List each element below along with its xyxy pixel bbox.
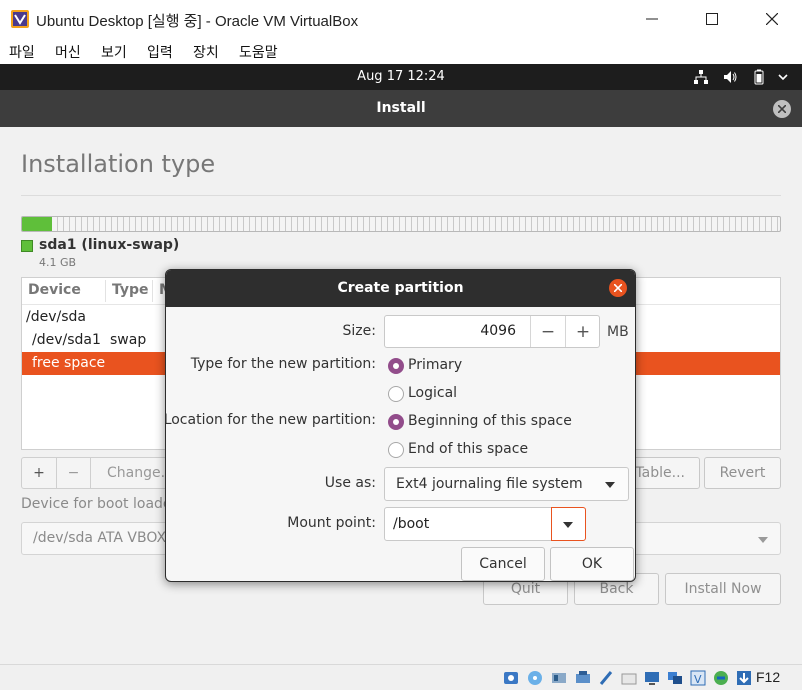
install-now-button[interactable]: Install Now bbox=[665, 573, 781, 605]
dialog-header: Create partition bbox=[166, 270, 635, 307]
column-header-device[interactable]: Device bbox=[28, 282, 81, 298]
network-icon[interactable] bbox=[693, 69, 709, 85]
optical-disk-icon[interactable] bbox=[526, 669, 544, 687]
mount-point-value: /boot bbox=[393, 516, 430, 532]
maximize-button[interactable] bbox=[682, 0, 742, 38]
legend-partition-size: 4.1 GB bbox=[39, 256, 77, 269]
mount-point-dropdown-button[interactable] bbox=[551, 507, 586, 541]
partition-type-label: Type for the new partition: bbox=[190, 356, 376, 372]
close-icon bbox=[766, 13, 778, 25]
mount-point-label: Mount point: bbox=[287, 515, 376, 531]
video-capture-icon[interactable] bbox=[666, 669, 684, 687]
change-partition-button[interactable]: Change... bbox=[91, 458, 174, 488]
chevron-down-icon bbox=[605, 482, 615, 488]
size-unit: MB bbox=[607, 324, 629, 340]
virtualbox-app-icon bbox=[11, 10, 29, 28]
clock[interactable]: Aug 17 12:24 bbox=[0, 69, 802, 84]
add-partition-button[interactable]: + bbox=[22, 458, 57, 488]
installer-window-title: Install bbox=[376, 100, 426, 116]
usb-icon[interactable] bbox=[597, 669, 615, 687]
revert-button[interactable]: Revert bbox=[704, 457, 781, 489]
chevron-down-icon bbox=[563, 522, 573, 528]
size-input[interactable]: 4096 bbox=[480, 323, 516, 339]
legend-partition-name: sda1 (linux-swap) bbox=[39, 237, 180, 253]
battery-icon[interactable] bbox=[751, 69, 767, 85]
close-window-button[interactable] bbox=[742, 0, 802, 38]
size-increment-button[interactable]: + bbox=[565, 316, 600, 347]
disk-usage-swap-segment bbox=[22, 217, 53, 231]
installation-type-page: Installation type sda1 (linux-swap) 4.1 … bbox=[0, 127, 802, 664]
legend-swatch bbox=[21, 240, 33, 252]
close-icon bbox=[614, 284, 622, 292]
keyboard-capture-icon[interactable] bbox=[735, 669, 753, 687]
menu-devices[interactable]: 장치 bbox=[193, 42, 219, 62]
page-title: Installation type bbox=[21, 150, 216, 178]
host-key-label: F12 bbox=[756, 669, 781, 685]
location-label: Location for the new partition: bbox=[165, 412, 376, 428]
installer-close-button[interactable] bbox=[773, 100, 791, 118]
create-partition-dialog: Create partition Size: 4096 − + MB Type … bbox=[165, 269, 636, 582]
partition-toolbar: + − Change... bbox=[21, 457, 174, 489]
row-device: /dev/sda1 bbox=[32, 332, 101, 348]
host-titlebar: Ubuntu Desktop [실행 중] - Oracle VM Virtua… bbox=[0, 0, 802, 38]
row-device: /dev/sda bbox=[26, 309, 86, 325]
system-menu-arrow-icon[interactable] bbox=[775, 69, 791, 85]
virtualization-icon[interactable]: V bbox=[689, 669, 707, 687]
ok-button[interactable]: OK bbox=[550, 547, 634, 581]
chevron-down-icon bbox=[758, 537, 768, 543]
radio-unselected-icon bbox=[388, 386, 404, 402]
radio-selected-icon bbox=[388, 358, 404, 374]
radio-label: Beginning of this space bbox=[408, 413, 572, 429]
minimize-icon bbox=[646, 18, 658, 20]
radio-label: End of this space bbox=[408, 441, 529, 457]
row-device: free space bbox=[32, 355, 106, 371]
menu-input[interactable]: 입력 bbox=[147, 42, 173, 62]
column-separator bbox=[152, 280, 153, 302]
host-menubar: 파일 머신 보기 입력 장치 도움말 bbox=[0, 38, 802, 64]
gnome-top-bar: Aug 17 12:24 bbox=[0, 64, 802, 90]
audio-icon[interactable] bbox=[550, 669, 568, 687]
close-icon bbox=[778, 105, 786, 113]
menu-help[interactable]: 도움말 bbox=[239, 42, 278, 62]
divider bbox=[21, 195, 781, 196]
network-adapter-icon[interactable] bbox=[574, 669, 592, 687]
remove-partition-button[interactable]: − bbox=[57, 458, 91, 488]
size-spinbutton[interactable]: 4096 − + bbox=[384, 315, 600, 348]
size-decrement-button[interactable]: − bbox=[530, 316, 565, 347]
cancel-button[interactable]: Cancel bbox=[461, 547, 545, 581]
svg-text:V: V bbox=[694, 673, 702, 686]
shared-folders-icon[interactable] bbox=[620, 669, 638, 687]
row-type: swap bbox=[110, 332, 147, 348]
menu-machine[interactable]: 머신 bbox=[55, 42, 81, 62]
radio-unselected-icon bbox=[388, 442, 404, 458]
use-as-select[interactable]: Ext4 journaling file system bbox=[384, 467, 629, 501]
dialog-title: Create partition bbox=[337, 280, 464, 296]
menu-file[interactable]: 파일 bbox=[9, 42, 35, 62]
use-as-label: Use as: bbox=[324, 475, 376, 491]
menu-view[interactable]: 보기 bbox=[101, 42, 127, 62]
host-window-title: Ubuntu Desktop [실행 중] - Oracle VM Virtua… bbox=[36, 13, 359, 30]
maximize-icon bbox=[706, 13, 718, 25]
virtualbox-statusbar: V F12 bbox=[0, 664, 802, 690]
radio-label: Primary bbox=[408, 357, 463, 373]
guest-display[interactable]: Aug 17 12:24 Install Installation type s… bbox=[0, 64, 802, 664]
minimize-button[interactable] bbox=[622, 0, 682, 38]
size-label: Size: bbox=[342, 323, 376, 339]
radio-selected-icon bbox=[388, 414, 404, 430]
boot-loader-label: Device for boot loade bbox=[21, 496, 172, 512]
installer-headerbar: Install bbox=[0, 90, 802, 127]
column-separator bbox=[105, 280, 106, 302]
guest-additions-icon[interactable] bbox=[712, 669, 730, 687]
dialog-close-button[interactable] bbox=[609, 279, 627, 297]
hard-disk-icon[interactable] bbox=[502, 669, 520, 687]
display-icon[interactable] bbox=[643, 669, 661, 687]
mount-point-input[interactable]: /boot bbox=[384, 507, 552, 541]
use-as-value: Ext4 journaling file system bbox=[396, 476, 583, 492]
disk-usage-bar bbox=[21, 216, 781, 232]
volume-icon[interactable] bbox=[722, 69, 738, 85]
column-header-type[interactable]: Type bbox=[112, 282, 149, 298]
radio-label: Logical bbox=[408, 385, 458, 401]
